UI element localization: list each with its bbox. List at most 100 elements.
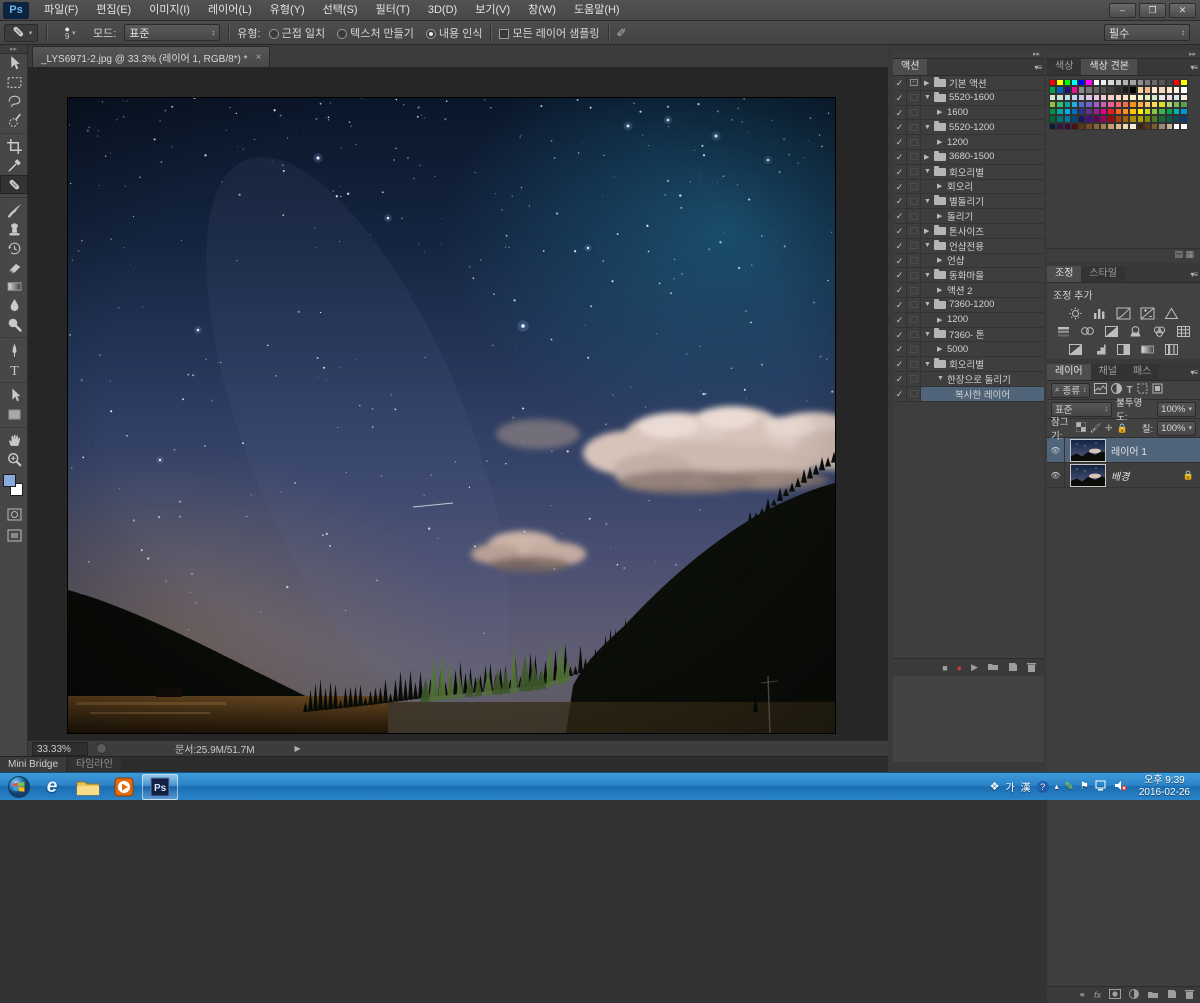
filter-smart-icon[interactable] [1152,383,1163,397]
new-set-folder-icon[interactable] [987,662,999,673]
add-mask-icon[interactable] [1109,989,1121,1001]
swatch[interactable] [1166,101,1173,108]
swatch[interactable] [1144,108,1151,115]
action-dialog-toggle[interactable] [907,342,921,356]
swatch[interactable] [1151,101,1158,108]
swatch[interactable] [1064,101,1071,108]
action-item-16[interactable]: ✓▶1200 [893,313,1044,328]
action-item-4[interactable]: ✓▶1200 [893,135,1044,150]
swatch[interactable] [1064,94,1071,101]
swatch[interactable] [1151,108,1158,115]
action-item-20[interactable]: ✓▼한장으로 돌리기 [893,372,1044,387]
swatch[interactable] [1056,94,1063,101]
action-item-21[interactable]: ✓복사한 레이어 [893,387,1044,402]
swatch[interactable] [1137,94,1144,101]
swatch[interactable] [1056,115,1063,122]
action-check-icon[interactable]: ✓ [893,254,907,268]
swatch[interactable] [1144,86,1151,93]
action-item-10[interactable]: ✓▶톤사이즈 [893,224,1044,239]
toolbar-collapse-button[interactable]: ▸▸ [0,45,27,54]
swatch[interactable] [1078,79,1085,86]
swatch[interactable] [1144,79,1151,86]
action-item-5[interactable]: ✓▶3680-1500 [893,150,1044,165]
menu-4[interactable]: 유형(Y) [261,0,314,21]
swatch[interactable] [1078,94,1085,101]
posterize-adjustment-icon[interactable] [1091,342,1108,357]
swatch[interactable] [1122,123,1129,130]
panel-menu-icon[interactable]: ▾≡ [1190,270,1197,279]
ime-globe-icon[interactable]: ❖ [990,780,1000,793]
hue-saturation-adjustment-icon[interactable] [1055,324,1072,339]
eye-icon[interactable]: 👁 [1047,438,1065,462]
tab-색상[interactable]: 색상 [1047,59,1081,75]
swatch[interactable] [1078,123,1085,130]
quick-mask-button[interactable] [0,505,28,524]
tab-actions[interactable]: 액션 [893,59,927,75]
action-check-icon[interactable]: ✓ [893,283,907,297]
swatch[interactable] [1078,101,1085,108]
restore-button[interactable]: ❐ [1139,3,1166,18]
swatch[interactable] [1085,101,1092,108]
swatch[interactable] [1144,94,1151,101]
action-dialog-toggle[interactable] [907,313,921,327]
swatch[interactable] [1115,101,1122,108]
action-check-icon[interactable]: ✓ [893,342,907,356]
tool-blur[interactable] [0,296,28,315]
swatch[interactable] [1151,79,1158,86]
expand-icon[interactable]: ▶ [937,212,944,220]
swatch[interactable] [1107,86,1114,93]
action-check-icon[interactable]: ✓ [893,268,907,282]
swatch[interactable] [1137,115,1144,122]
action-dialog-toggle[interactable] [907,357,921,371]
expand-icon[interactable]: ▶ [937,138,944,146]
network-tray-icon[interactable] [1095,780,1108,794]
action-item-15[interactable]: ✓▼7360-1200 [893,298,1044,313]
new-group-icon[interactable] [1147,990,1159,1001]
swatch[interactable] [1056,86,1063,93]
swatch[interactable] [1166,86,1173,93]
panel-menu-icon[interactable]: ▾≡ [1190,368,1197,377]
action-dialog-toggle[interactable] [907,224,921,238]
expand-icon[interactable]: ▶ [937,316,944,324]
swatch[interactable] [1122,108,1129,115]
tool-eyedropper[interactable] [0,156,28,175]
swatch[interactable] [1158,115,1165,122]
tool-move[interactable] [0,54,28,73]
action-item-19[interactable]: ✓▼회오리별 [893,357,1044,372]
swatch[interactable] [1049,115,1056,122]
swatch[interactable] [1173,123,1180,130]
fill-field[interactable]: 100% ▾ [1157,421,1196,436]
action-dialog-toggle[interactable] [907,328,921,342]
action-dialog-toggle[interactable] [907,372,921,386]
expand-icon[interactable]: ▶ [924,227,931,235]
swatch[interactable] [1122,115,1129,122]
swatch[interactable] [1071,123,1078,130]
swatch[interactable] [1180,101,1187,108]
document-tab[interactable]: _LYS6971-2.jpg @ 33.3% (레이어 1, RGB/8*) *… [32,46,270,67]
swatch[interactable] [1129,79,1136,86]
volume-muted-icon[interactable] [1114,780,1127,794]
swatch[interactable] [1093,94,1100,101]
radio-2[interactable]: 내용 인식 [426,25,483,41]
swatch[interactable] [1144,115,1151,122]
layer-thumbnail[interactable] [1071,465,1105,486]
action-check-icon[interactable]: ✓ [893,239,907,253]
swatch[interactable] [1093,123,1100,130]
tab-패스[interactable]: 패스 [1125,364,1159,380]
menu-5[interactable]: 선택(S) [314,0,367,21]
radio-0[interactable]: 근접 일치 [269,25,326,41]
swatch[interactable] [1158,79,1165,86]
channel-mixer-adjustment-icon[interactable] [1151,324,1168,339]
lock-all-icon[interactable]: 🔒 [1117,423,1128,434]
swatch[interactable] [1166,79,1173,86]
menu-3[interactable]: 레이어(L) [199,0,261,21]
swatch[interactable] [1173,101,1180,108]
swatch[interactable] [1158,101,1165,108]
swatch[interactable] [1100,108,1107,115]
layer-name[interactable]: 배경 [1111,468,1177,483]
swatch[interactable] [1158,123,1165,130]
vibrance-adjustment-icon[interactable] [1163,306,1180,321]
link-layers-icon[interactable]: ⚭ [1078,990,1086,1001]
levels-adjustment-icon[interactable] [1091,306,1108,321]
collapse-icon[interactable]: ▼ [924,331,931,338]
